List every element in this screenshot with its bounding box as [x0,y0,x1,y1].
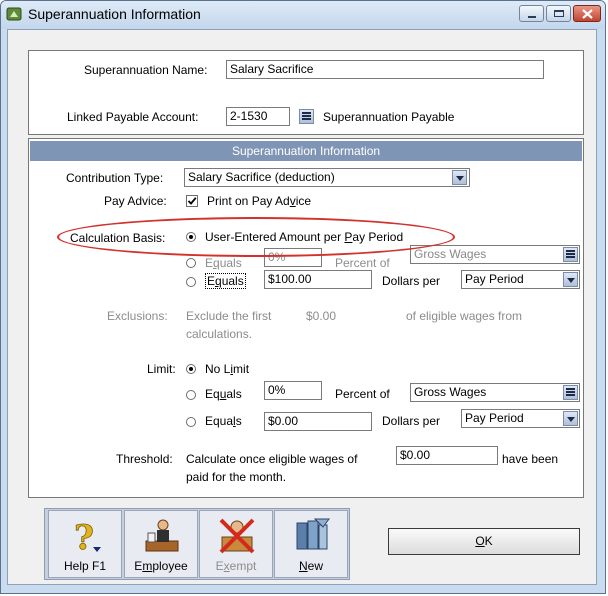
chevron-down-icon[interactable] [563,411,578,426]
list-icon[interactable] [563,247,578,262]
contribution-type-label: Contribution Type: [66,171,164,185]
calc-equals-label: Equals [205,256,242,270]
calc-percent-select[interactable]: Gross Wages [410,245,580,264]
exclusions-value: $0.00 [306,309,337,323]
calc-percent-of-label: Percent of [335,256,390,270]
exempt-label: Exempt [215,559,257,573]
employee-button[interactable]: Employee [124,510,198,578]
list-icon[interactable] [563,385,578,400]
account-list-icon[interactable] [299,109,314,124]
contribution-type-select[interactable]: Salary Sacrifice (deduction) [184,168,470,187]
checkmark-icon [187,197,197,205]
linked-account-label: Linked Payable Account: [67,110,199,124]
svg-text:?: ? [74,518,94,555]
section-header: Superannuation Information [30,141,582,161]
limit-option-no-limit: No Limit [205,362,250,376]
calc-radio-dollars[interactable] [186,277,196,287]
threshold-text-1: Calculate once eligible wages of [186,452,358,466]
new-record-icon [296,518,330,550]
employee-label: Employee [134,559,188,573]
limit-percent-of-label: Percent of [335,387,390,401]
app-icon [6,6,22,22]
limit-dollars-input[interactable]: $0.00 [264,412,372,431]
name-label: Superannuation Name: [84,63,208,77]
limit-radio-no-limit[interactable] [186,364,196,374]
limit-percent-select[interactable]: Gross Wages [410,383,580,402]
linked-account-input[interactable]: 2-1530 [226,107,290,126]
calc-equals-dollars-label: Equals [205,273,246,289]
threshold-text-3: paid for the month. [186,470,287,484]
window-title: Superannuation Information [28,6,201,22]
pay-advice-option: Print on Pay Advice [207,194,312,208]
exclusions-text-1: Exclude the first [186,309,272,323]
help-button[interactable]: ? Help F1 [48,510,122,578]
highlight-oval [57,217,455,257]
threshold-label: Threshold: [116,452,173,466]
calc-radio-percent[interactable] [186,258,196,268]
exclusions-text-3: calculations. [186,327,253,341]
calc-dollars-input[interactable]: $100.00 [264,270,372,289]
threshold-input[interactable]: $0.00 [396,446,498,465]
exempt-button[interactable]: Exempt [199,510,273,578]
maximize-icon [554,10,564,17]
help-label: Help F1 [63,559,107,573]
exempt-icon [219,518,255,554]
chevron-down-icon[interactable] [452,170,467,185]
limit-dollars-per-label: Dollars per [382,414,441,428]
pay-advice-checkbox[interactable] [186,195,198,207]
limit-percent-input[interactable]: 0% [264,381,322,400]
close-icon [582,9,593,19]
limit-radio-percent[interactable] [186,390,196,400]
linked-account-name: Superannuation Payable [323,110,455,124]
pay-advice-label: Pay Advice: [104,194,167,208]
exclusions-text-2: of eligible wages from [406,309,523,323]
chevron-down-icon[interactable] [563,272,578,287]
minimize-icon [528,16,536,18]
superannuation-name-input[interactable]: Salary Sacrifice [226,60,544,79]
new-button[interactable]: New [274,510,348,578]
limit-equals-label: Equals [205,387,242,401]
employee-icon [145,519,179,552]
limit-radio-dollars[interactable] [186,417,196,427]
calc-dollars-per-label: Dollars per [382,274,441,288]
ok-button[interactable]: OK [388,528,580,555]
question-mark-icon: ? [74,518,101,555]
exclusions-label: Exclusions: [107,309,168,323]
limit-label: Limit: [147,362,176,376]
limit-equals-dollars-label: Equals [205,414,242,428]
threshold-text-2: have been [502,452,559,466]
maximize-button[interactable] [546,5,571,22]
minimize-button[interactable] [519,5,544,22]
new-label: New [298,559,323,573]
close-button[interactable] [573,5,601,22]
